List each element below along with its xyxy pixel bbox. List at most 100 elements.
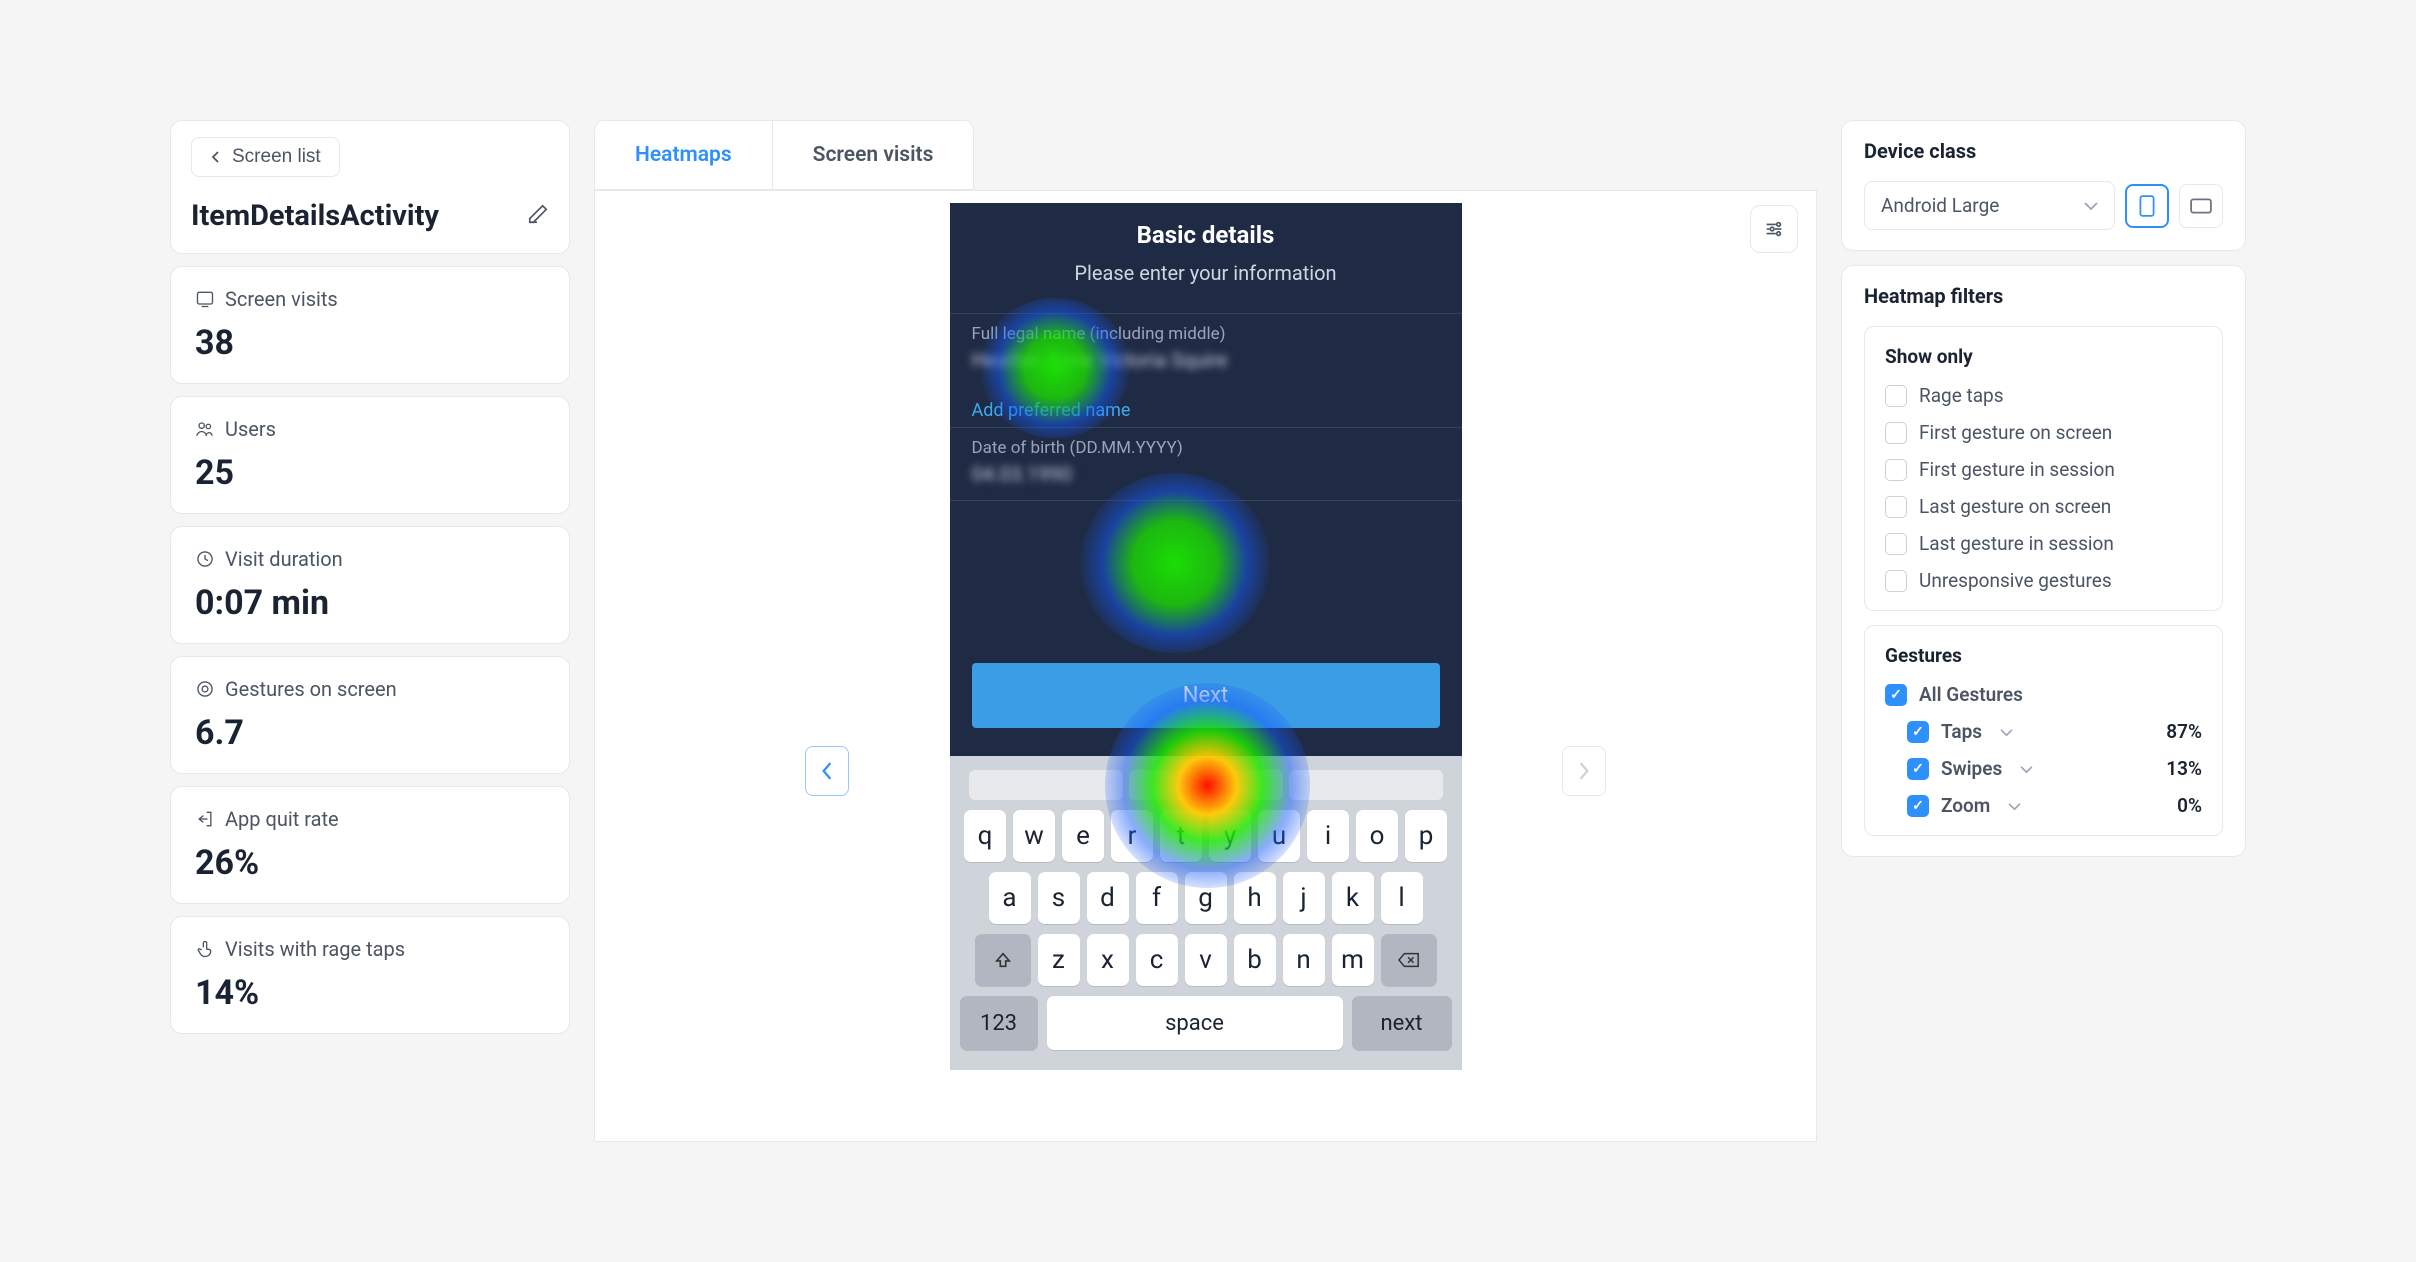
key-e: e bbox=[1062, 810, 1104, 862]
gesture-swipes[interactable]: Swipes13% bbox=[1907, 757, 2202, 780]
key-next: next bbox=[1352, 996, 1452, 1050]
key-j: j bbox=[1283, 872, 1325, 924]
stat-value: 25 bbox=[195, 453, 545, 493]
gesture-zoom[interactable]: Zoom 0% bbox=[1907, 794, 2202, 817]
checkbox-icon bbox=[1907, 795, 1929, 817]
filter-first-gesture-in-session[interactable]: First gesture in session bbox=[1885, 458, 2202, 481]
checkbox-icon bbox=[1907, 721, 1929, 743]
device-section: Device class Android Large bbox=[1841, 120, 2246, 251]
device-title: Device class bbox=[1864, 139, 2223, 163]
tabs: Heatmaps Screen visits bbox=[594, 120, 974, 190]
tab-heatmaps[interactable]: Heatmaps bbox=[595, 121, 773, 189]
filter-label: Rage taps bbox=[1919, 384, 2004, 407]
key-space: space bbox=[1047, 996, 1343, 1050]
stat-value: 0:07 min bbox=[195, 583, 545, 623]
key-p: p bbox=[1405, 810, 1447, 862]
sidebar-header: Screen list ItemDetailsActivity bbox=[170, 120, 570, 254]
screen-title: ItemDetailsActivity bbox=[191, 199, 439, 233]
clock-icon bbox=[195, 549, 215, 569]
key-x: x bbox=[1087, 934, 1129, 986]
chevron-left-icon bbox=[210, 151, 222, 163]
sliders-icon bbox=[1763, 218, 1785, 240]
gesture-pct: 0% bbox=[2177, 794, 2202, 817]
checkbox-icon bbox=[1885, 533, 1907, 555]
filters-section: Heatmap filters Show only Rage tapsFirst… bbox=[1841, 265, 2246, 857]
next-screen-button[interactable] bbox=[1562, 746, 1606, 796]
settings-button[interactable] bbox=[1750, 205, 1798, 253]
filter-label: First gesture on screen bbox=[1919, 421, 2112, 444]
sidebar: Screen list ItemDetailsActivity Screen v… bbox=[170, 120, 570, 1142]
filter-first-gesture-on-screen[interactable]: First gesture on screen bbox=[1885, 421, 2202, 444]
main-area: Heatmaps Screen visits Basic details Ple… bbox=[594, 120, 1817, 1142]
stat-label: Gestures on screen bbox=[225, 677, 397, 701]
gesture-label: Swipes bbox=[1941, 757, 2002, 780]
key-n: n bbox=[1283, 934, 1325, 986]
target-icon bbox=[195, 679, 215, 699]
key-f: f bbox=[1136, 872, 1178, 924]
key-u: u bbox=[1258, 810, 1300, 862]
filters-title: Heatmap filters bbox=[1864, 284, 2223, 308]
key-t: t bbox=[1160, 810, 1202, 862]
stat-value: 6.7 bbox=[195, 713, 545, 753]
orientation-landscape[interactable] bbox=[2179, 184, 2223, 228]
field-label: Date of birth (DD.MM.YYYY) bbox=[972, 438, 1440, 458]
checkbox-icon bbox=[1885, 459, 1907, 481]
stat-label: Users bbox=[225, 417, 276, 441]
gesture-label: All Gestures bbox=[1919, 683, 2023, 706]
back-label: Screen list bbox=[232, 146, 321, 168]
orientation-portrait[interactable] bbox=[2125, 184, 2169, 228]
stat-users: Users 25 bbox=[170, 396, 570, 514]
key-b: b bbox=[1234, 934, 1276, 986]
filter-last-gesture-on-screen[interactable]: Last gesture on screen bbox=[1885, 495, 2202, 518]
device-select[interactable]: Android Large bbox=[1864, 181, 2115, 230]
tap-icon bbox=[195, 939, 215, 959]
gesture-all[interactable]: All Gestures bbox=[1885, 683, 2202, 706]
key-a: a bbox=[989, 872, 1031, 924]
stat-value: 26% bbox=[195, 843, 545, 883]
filter-last-gesture-in-session[interactable]: Last gesture in session bbox=[1885, 532, 2202, 555]
field-value: Heather Anne Victoria Squire bbox=[972, 348, 1440, 372]
filter-unresponsive-gestures[interactable]: Unresponsive gestures bbox=[1885, 569, 2202, 592]
checkbox-icon bbox=[1885, 684, 1907, 706]
stat-label: Visit duration bbox=[225, 547, 343, 571]
back-button[interactable]: Screen list bbox=[191, 137, 340, 177]
key-l: l bbox=[1381, 872, 1423, 924]
preview-title: Basic details bbox=[950, 203, 1462, 261]
key-i: i bbox=[1307, 810, 1349, 862]
prev-screen-button[interactable] bbox=[805, 746, 849, 796]
chevron-down-icon bbox=[2008, 796, 2021, 815]
edit-icon[interactable] bbox=[527, 203, 549, 229]
key-c: c bbox=[1136, 934, 1178, 986]
key-g: g bbox=[1185, 872, 1227, 924]
tab-screen-visits[interactable]: Screen visits bbox=[773, 121, 974, 189]
key-h: h bbox=[1234, 872, 1276, 924]
users-icon bbox=[195, 419, 215, 439]
key-r: r bbox=[1111, 810, 1153, 862]
filter-label: Last gesture in session bbox=[1919, 532, 2114, 555]
key-q: q bbox=[964, 810, 1006, 862]
checkbox-icon bbox=[1885, 570, 1907, 592]
chevron-down-icon bbox=[2000, 722, 2013, 741]
field-label: Full legal name (including middle) bbox=[972, 324, 1440, 344]
stat-label: Visits with rage taps bbox=[225, 937, 405, 961]
checkbox-icon bbox=[1907, 758, 1929, 780]
filter-label: First gesture in session bbox=[1919, 458, 2115, 481]
filter-label: Unresponsive gestures bbox=[1919, 569, 2112, 592]
stat-value: 38 bbox=[195, 323, 545, 363]
filter-rage-taps[interactable]: Rage taps bbox=[1885, 384, 2202, 407]
gesture-taps[interactable]: Taps 87% bbox=[1907, 720, 2202, 743]
add-preferred-link: Add preferred name bbox=[950, 386, 1462, 427]
key-shift bbox=[975, 934, 1031, 986]
key-m: m bbox=[1332, 934, 1374, 986]
right-panel: Device class Android Large Heatmap filte… bbox=[1841, 120, 2246, 1142]
chevron-down-icon bbox=[2084, 201, 2098, 211]
gesture-pct: 87% bbox=[2166, 720, 2202, 743]
heatmap-canvas: Basic details Please enter your informat… bbox=[594, 190, 1817, 1142]
gesture-label: Zoom bbox=[1941, 794, 1990, 817]
stat-label: App quit rate bbox=[225, 807, 339, 831]
phone-preview: Basic details Please enter your informat… bbox=[950, 203, 1462, 1070]
gesture-label: Taps bbox=[1941, 720, 1982, 743]
stat-gestures: Gestures on screen 6.7 bbox=[170, 656, 570, 774]
key-w: w bbox=[1013, 810, 1055, 862]
key-v: v bbox=[1185, 934, 1227, 986]
